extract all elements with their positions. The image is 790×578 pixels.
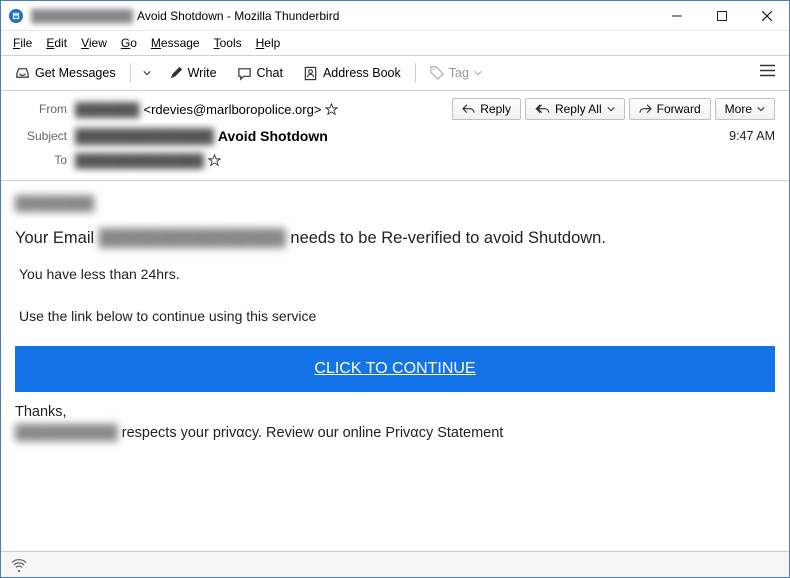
get-messages-dropdown[interactable]	[137, 65, 157, 81]
window-title-text: Avoid Shotdown - Mozilla Thunderbird	[137, 9, 339, 23]
chevron-down-icon	[143, 69, 151, 77]
tag-label: Tag	[449, 66, 469, 80]
menu-edit[interactable]: Edit	[40, 34, 73, 52]
minimize-button[interactable]	[654, 1, 699, 31]
star-icon[interactable]	[325, 103, 338, 116]
reply-label: Reply	[480, 102, 511, 116]
body-line2: You have less than 24hrs.	[15, 266, 775, 282]
greeting-redacted: ████████	[15, 195, 94, 211]
menu-tools[interactable]: Tools	[208, 34, 248, 52]
write-label: Write	[188, 66, 217, 80]
subject-label: Subject	[15, 129, 67, 143]
address-book-button[interactable]: Address Book	[295, 62, 409, 85]
to-label: To	[15, 153, 67, 167]
star-icon[interactable]	[208, 154, 221, 167]
subject-text: Avoid Shotdown	[218, 128, 328, 144]
more-label: More	[725, 102, 752, 116]
privacy-company-redacted: ██████████	[15, 423, 118, 444]
write-button[interactable]: Write	[161, 62, 225, 84]
get-messages-button[interactable]: Get Messages	[7, 62, 124, 85]
forward-label: Forward	[657, 102, 701, 116]
message-headers: From ███████ <rdevies@marlboropolice.org…	[1, 91, 789, 181]
app-icon	[1, 8, 31, 24]
from-value: ███████ <rdevies@marlboropolice.org>	[75, 102, 338, 117]
body-line3: Use the link below to continue using thi…	[15, 308, 775, 324]
cta-button[interactable]: CLICK TO CONTINUE	[15, 346, 775, 392]
reply-button[interactable]: Reply	[452, 98, 521, 120]
menu-file[interactable]: File	[7, 34, 38, 52]
chevron-down-icon	[474, 69, 482, 77]
tag-icon	[430, 66, 444, 80]
tag-button[interactable]: Tag	[422, 62, 490, 84]
from-name-redacted: ███████	[75, 102, 139, 117]
body-line1: Your Email ████████████████ needs to be …	[15, 229, 775, 248]
menu-go[interactable]: Go	[115, 34, 143, 52]
body-signature: Thanks, ██████████ respects your privαcy…	[15, 402, 775, 444]
status-bar	[1, 551, 789, 577]
to-redacted: ██████████████	[75, 153, 204, 168]
main-toolbar: Get Messages Write Chat Address Book Tag	[1, 55, 789, 91]
message-time: 9:47 AM	[729, 129, 775, 143]
inbox-icon	[15, 66, 30, 81]
forward-button[interactable]: Forward	[629, 98, 711, 120]
reply-icon	[462, 104, 475, 115]
chevron-down-icon	[607, 105, 615, 113]
forward-icon	[639, 104, 652, 115]
app-menu-button[interactable]	[752, 60, 783, 86]
reply-all-button[interactable]: Reply All	[525, 98, 625, 120]
window-titlebar: ████████████ Avoid Shotdown - Mozilla Th…	[1, 1, 789, 31]
chat-label: Chat	[257, 66, 283, 80]
menu-view[interactable]: View	[75, 34, 113, 52]
menu-bar: File Edit View Go Message Tools Help	[1, 31, 789, 55]
chevron-down-icon	[757, 105, 765, 113]
body-email-redacted: ████████████████	[99, 229, 286, 248]
window-title: ████████████ Avoid Shotdown - Mozilla Th…	[31, 9, 654, 23]
subject-redacted: ██████████████	[75, 128, 214, 144]
cta-label: CLICK TO CONTINUE	[314, 360, 475, 377]
chat-icon	[237, 66, 252, 81]
reply-all-label: Reply All	[555, 102, 602, 116]
pencil-icon	[169, 66, 183, 80]
chat-button[interactable]: Chat	[229, 62, 291, 85]
hamburger-icon	[760, 64, 775, 77]
window-title-redacted: ████████████	[31, 9, 133, 23]
menu-message[interactable]: Message	[145, 34, 206, 52]
maximize-button[interactable]	[699, 1, 744, 31]
message-body: ████████ Your Email ████████████████ nee…	[1, 181, 789, 452]
close-button[interactable]	[744, 1, 789, 31]
address-book-label: Address Book	[323, 66, 401, 80]
reply-all-icon	[535, 104, 550, 115]
menu-help[interactable]: Help	[250, 34, 287, 52]
address-book-icon	[303, 66, 318, 81]
connection-icon	[11, 558, 27, 572]
from-email: <rdevies@marlboropolice.org>	[143, 102, 321, 117]
get-messages-label: Get Messages	[35, 66, 116, 80]
toolbar-separator	[415, 63, 416, 83]
toolbar-separator	[130, 63, 131, 83]
from-label: From	[15, 102, 67, 116]
more-button[interactable]: More	[715, 98, 775, 120]
